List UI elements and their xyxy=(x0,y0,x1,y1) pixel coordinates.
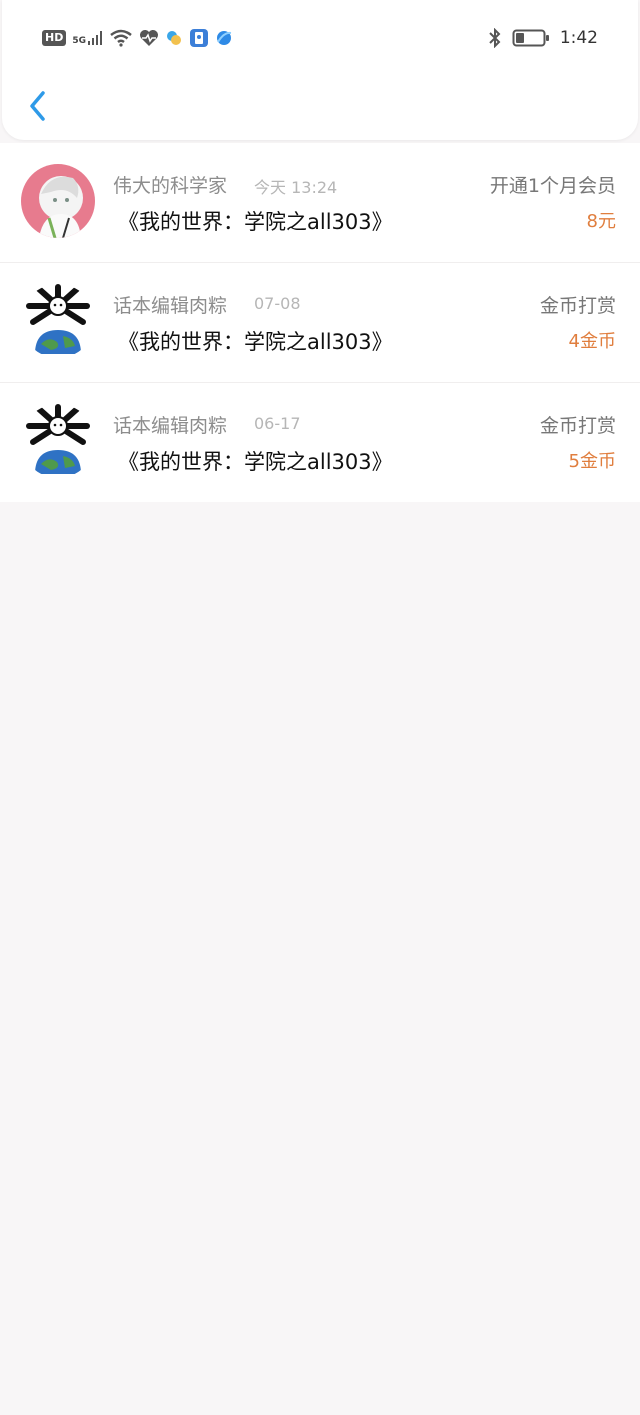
sender-name: 话本编辑肉粽 xyxy=(113,295,228,317)
hd-icon: HD xyxy=(42,30,67,46)
sender-name: 伟大的科学家 xyxy=(113,175,228,197)
status-left: HD 5G xyxy=(42,28,233,48)
record-date: 06-17 xyxy=(254,414,301,433)
chevron-left-icon xyxy=(30,91,45,121)
status-bar: HD 5G 1:42 xyxy=(2,0,638,80)
avatar[interactable] xyxy=(21,284,95,358)
record-row[interactable]: 话本编辑肉粽 07-08 《我的世界：学院之all303》 金币打赏 4金币 xyxy=(0,262,640,382)
bluetooth-icon xyxy=(489,28,501,48)
record-amount: 5金币 xyxy=(568,451,616,472)
status-right: 1:42 xyxy=(488,28,598,48)
sender-name: 话本编辑肉粽 xyxy=(113,415,228,437)
wifi-icon xyxy=(110,29,132,47)
avatar[interactable] xyxy=(21,164,95,238)
record-date: 07-08 xyxy=(254,294,301,313)
battery-icon xyxy=(512,29,549,47)
signal-icon: 5G xyxy=(72,30,103,46)
record-list: 伟大的科学家 今天 13:24 《我的世界：学院之all303》 开通1个月会员… xyxy=(0,143,640,502)
record-row[interactable]: 伟大的科学家 今天 13:24 《我的世界：学院之all303》 开通1个月会员… xyxy=(0,143,640,262)
record-type: 开通1个月会员 xyxy=(489,175,616,197)
record-date: 今天 13:24 xyxy=(254,178,338,197)
book-title: 《我的世界：学院之all303》 xyxy=(118,210,393,234)
record-amount: 8元 xyxy=(586,211,616,232)
book-title: 《我的世界：学院之all303》 xyxy=(118,330,393,354)
record-row[interactable]: 话本编辑肉粽 06-17 《我的世界：学院之all303》 金币打赏 5金币 xyxy=(0,382,640,502)
header: HD 5G 1:42 xyxy=(2,0,638,140)
book-title: 《我的世界：学院之all303》 xyxy=(118,450,393,474)
record-amount: 4金币 xyxy=(568,331,616,352)
record-type: 金币打赏 xyxy=(539,415,616,437)
browser-icon xyxy=(217,31,232,45)
status-time: 1:42 xyxy=(559,28,598,48)
heart-rate-icon xyxy=(140,30,158,46)
record-type: 金币打赏 xyxy=(539,295,616,317)
back-button[interactable] xyxy=(24,88,60,124)
avatar[interactable] xyxy=(21,404,95,478)
network-label: 5G xyxy=(72,36,86,46)
app-icon xyxy=(167,31,181,45)
app-icon-blue xyxy=(190,29,208,47)
